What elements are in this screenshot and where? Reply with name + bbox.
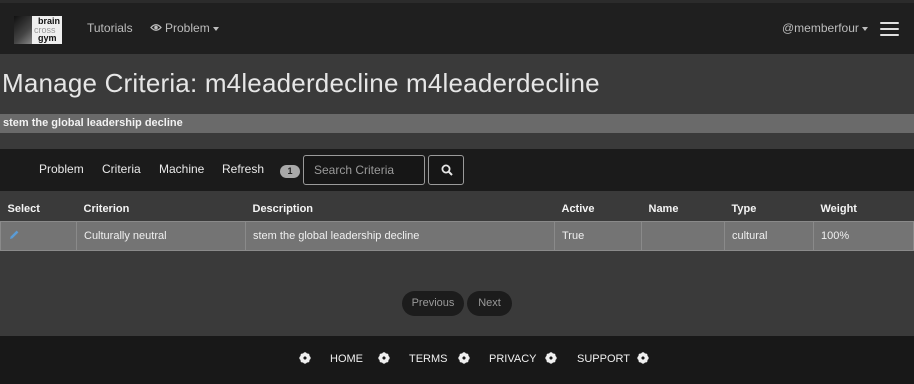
search-criteria-input[interactable] bbox=[303, 155, 425, 185]
type-cell: cultural bbox=[724, 221, 814, 251]
name-cell bbox=[641, 221, 725, 251]
toolbar-problem-link[interactable]: Problem bbox=[39, 162, 84, 176]
previous-page-button[interactable]: Previous bbox=[402, 291, 464, 316]
eye-icon bbox=[150, 24, 162, 31]
logo-text-gym: gym bbox=[38, 33, 57, 43]
footer-home-link[interactable]: HOME bbox=[330, 353, 363, 365]
column-header-description[interactable]: Description bbox=[245, 197, 555, 222]
flower-icon bbox=[458, 352, 470, 364]
weight-cell: 100% bbox=[813, 221, 914, 251]
footer-support-link[interactable]: SUPPORT bbox=[577, 353, 630, 365]
table-row: Culturally neutral stem the global leade… bbox=[0, 221, 914, 251]
column-header-criterion[interactable]: Criterion bbox=[76, 197, 246, 222]
caret-down-icon bbox=[212, 26, 219, 31]
toolbar-machine-link[interactable]: Machine bbox=[159, 162, 204, 176]
pencil-icon[interactable] bbox=[8, 229, 20, 241]
table-header-row: Select Criterion Description Active Name… bbox=[0, 197, 914, 222]
caret-down-icon bbox=[861, 26, 868, 31]
search-icon bbox=[441, 164, 453, 176]
footer-terms-link[interactable]: TERMS bbox=[409, 353, 448, 365]
page-title: Manage Criteria: m4leaderdecline m4leade… bbox=[2, 68, 600, 98]
flower-icon bbox=[299, 352, 311, 364]
column-header-name[interactable]: Name bbox=[641, 197, 725, 222]
username-label: @memberfour bbox=[782, 21, 859, 35]
footer-privacy-link[interactable]: PRIVACY bbox=[489, 353, 536, 365]
count-badge: 1 bbox=[280, 165, 300, 178]
top-navbar: brain cross gym Tutorials Problem @membe… bbox=[0, 0, 914, 54]
brain-gym-logo[interactable]: brain cross gym bbox=[14, 16, 62, 44]
select-cell[interactable] bbox=[0, 221, 77, 251]
flower-icon bbox=[545, 352, 557, 364]
active-cell: True bbox=[554, 221, 642, 251]
logo-mark bbox=[14, 16, 32, 44]
column-header-weight[interactable]: Weight bbox=[813, 197, 914, 222]
toolbar-refresh-link[interactable]: Refresh bbox=[222, 162, 264, 176]
description-cell: stem the global leadership decline bbox=[245, 221, 555, 251]
nav-problem-label: Problem bbox=[165, 21, 210, 35]
column-header-type[interactable]: Type bbox=[724, 197, 814, 222]
flower-icon bbox=[637, 352, 649, 364]
criterion-cell: Culturally neutral bbox=[76, 221, 246, 251]
user-menu-dropdown[interactable]: @memberfour bbox=[782, 21, 868, 35]
search-button[interactable] bbox=[428, 155, 464, 185]
flower-icon bbox=[378, 352, 390, 364]
next-page-button[interactable]: Next bbox=[467, 291, 512, 316]
column-header-active[interactable]: Active bbox=[554, 197, 642, 222]
hamburger-menu-icon[interactable] bbox=[880, 22, 899, 36]
problem-description: stem the global leadership decline bbox=[0, 114, 914, 133]
criteria-table: Select Criterion Description Active Name… bbox=[0, 197, 914, 251]
toolbar-criteria-link[interactable]: Criteria bbox=[102, 162, 141, 176]
column-header-select[interactable]: Select bbox=[0, 197, 77, 222]
nav-tutorials-link[interactable]: Tutorials bbox=[87, 21, 133, 35]
nav-problem-dropdown[interactable]: Problem bbox=[150, 21, 219, 35]
footer: HOME TERMS PRIVACY SUPPORT bbox=[0, 336, 914, 384]
